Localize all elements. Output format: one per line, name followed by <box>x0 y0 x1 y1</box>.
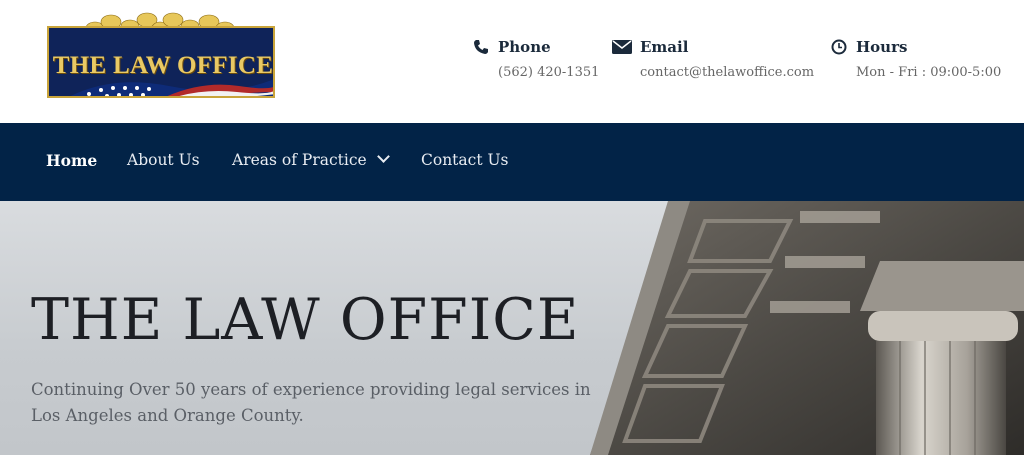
logo-badge: THE LAW OFFICE <box>47 26 275 98</box>
site-logo[interactable]: THE LAW OFFICE <box>47 12 277 100</box>
hero-title: THE LAW OFFICE <box>31 287 580 353</box>
chevron-down-icon <box>376 150 390 163</box>
nav-item-label: Areas of Practice <box>232 151 367 169</box>
phone-value[interactable]: (562) 420-1351 <box>498 65 599 80</box>
phone-icon <box>474 40 488 54</box>
nav-item-contact-us[interactable]: Contact Us <box>421 151 509 169</box>
nav-item-home[interactable]: Home <box>46 151 97 170</box>
email-value[interactable]: contact@thelawoffice.com <box>640 65 814 80</box>
hours-label: Hours <box>856 38 908 56</box>
header: THE LAW OFFICE Phone (562) 420-1351 Emai… <box>0 0 1024 123</box>
hero-description: Continuing Over 50 years of experience p… <box>31 380 591 425</box>
nav-item-about-us[interactable]: About Us <box>127 151 200 169</box>
hours-value: Mon - Fri : 09:00-5:00 <box>856 65 1002 80</box>
main-nav: Home About Us Areas of Practice Contact … <box>0 123 1024 201</box>
phone-label: Phone <box>498 38 551 56</box>
nav-item-areas-of-practice[interactable]: Areas of Practice <box>232 150 390 169</box>
clock-icon <box>831 39 847 55</box>
logo-text: THE LAW OFFICE <box>52 52 274 79</box>
hero-banner: THE LAW OFFICE Continuing Over 50 years … <box>0 201 1024 455</box>
email-label: Email <box>640 38 689 56</box>
envelope-icon <box>612 40 632 54</box>
